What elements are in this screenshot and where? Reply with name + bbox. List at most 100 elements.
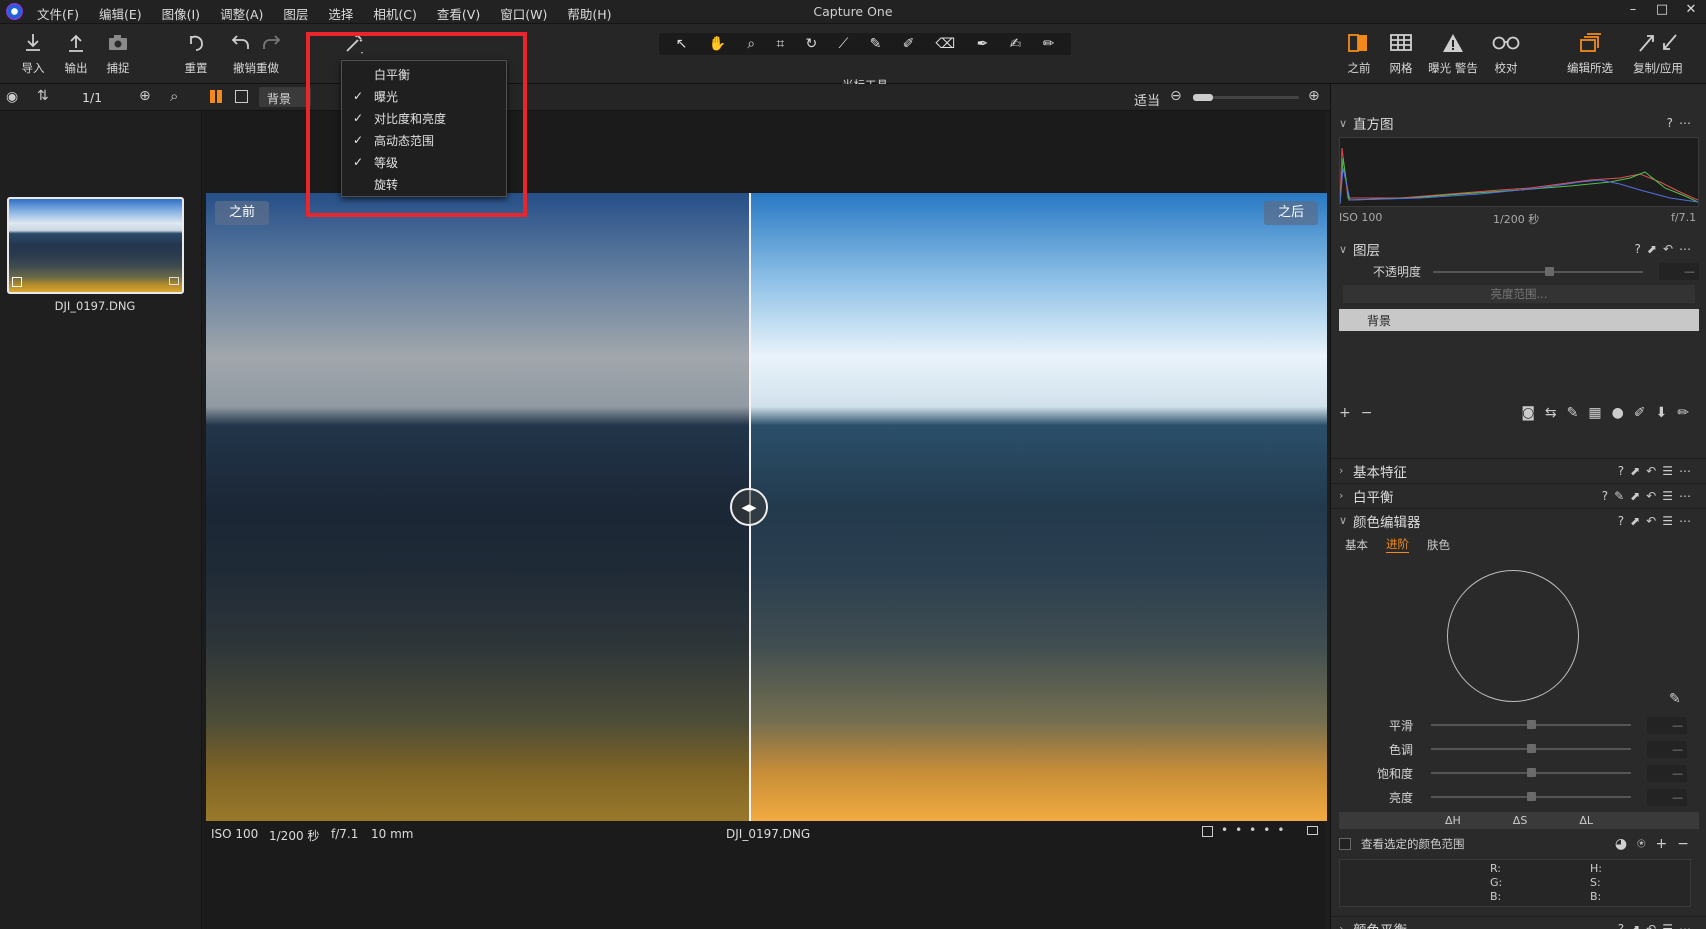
color-picker-icon[interactable]: ✎ [1669,691,1681,707]
proof-button[interactable]: 校对 [1487,30,1525,76]
color-balance-header[interactable]: › 颜色平衡 ?⬈↶☰⋯ [1331,916,1706,929]
slider-knob[interactable] [1527,744,1536,753]
zoom-out-icon[interactable]: ⊖ [1170,88,1182,104]
compare-handle[interactable]: ◂▸ [730,488,768,526]
hand-tool-icon[interactable]: ✋ [709,36,726,52]
menu-item[interactable]: 调整(A) [220,4,263,23]
color-editor-tab[interactable]: 基本 [1345,537,1368,553]
white-balance-header[interactable]: › 白平衡 ?✎⬈↶☰⋯ [1331,483,1706,507]
layer-selector[interactable]: 背景 [259,87,311,107]
exposure-warning-button[interactable]: 曝光 警告 [1425,30,1481,76]
crop-tool-icon[interactable]: ⌗ [776,36,784,52]
opacity-knob[interactable] [1544,266,1554,276]
copy-apply-button[interactable]: 复制/应用 [1626,30,1690,76]
menu-item[interactable]: 窗口(W) [500,4,547,23]
color-editor-tab[interactable]: 肤色 [1427,537,1450,553]
slider-value[interactable]: — [1647,740,1687,758]
search-icon[interactable]: ⌕ [170,87,178,105]
picker-tool-icon[interactable]: ✒ [977,36,989,52]
slider-knob[interactable] [1527,792,1536,801]
wb-picker-icon[interactable]: ✍ [1010,36,1022,52]
basic-characteristics-header[interactable]: › 基本特征 ?⬈↶☰⋯ [1331,458,1706,482]
edit-selected-button[interactable]: 编辑所选 [1562,30,1618,76]
heal-tool-icon[interactable]: ✐ [903,36,915,52]
annotate-tool-icon[interactable]: ✏ [1043,36,1055,52]
import-button[interactable]: 导入 [14,30,52,76]
capture-button[interactable]: 捕捉 [99,30,137,76]
layer-row-background[interactable]: 背景 [1339,309,1699,331]
rating-dots[interactable]: ••••• [1221,823,1291,837]
slider-knob[interactable] [1527,768,1536,777]
brush-tool-icon[interactable]: ✎ [870,36,882,52]
zoom-slider[interactable] [1193,94,1299,101]
slider-knob[interactable] [1527,720,1536,729]
zoom-in-icon[interactable]: ⊕ [1308,88,1320,104]
section-icons[interactable]: ?⬈↶☰⋯ [1618,464,1697,478]
reset-icon [190,35,203,51]
section-icons[interactable]: ?✎⬈↶☰⋯ [1602,489,1697,503]
redo-icon[interactable] [261,33,281,53]
grid-button[interactable]: 网格 [1382,30,1420,76]
section-icons[interactable]: ?⬈↶⋯ [1635,242,1697,256]
single-view-icon[interactable] [235,90,248,103]
select-tool-icon[interactable]: ↖ [676,36,688,52]
color-editor-tab[interactable]: 进阶 [1386,536,1409,553]
opacity-slider[interactable] [1433,266,1643,276]
histogram-graph [1339,137,1699,207]
info-checkbox[interactable] [1202,826,1213,837]
eye-icon[interactable]: ◉ [6,89,18,105]
slider-value[interactable]: — [1647,764,1687,782]
color-editor-slider-row: 亮度 — [1331,785,1706,809]
zoom-tool-icon[interactable]: ⌕ [747,36,755,52]
minimize-button[interactable]: – [1622,2,1644,20]
layers-header[interactable]: ∨ 图层 ?⬈↶⋯ [1331,237,1706,261]
slider-track[interactable] [1431,744,1631,753]
slider-track[interactable] [1431,792,1631,801]
view-range-checkbox[interactable] [1339,838,1351,850]
menu-item[interactable]: 文件(F) [37,4,79,23]
menu-item[interactable]: 相机(C) [373,4,416,23]
menu-item[interactable]: 图层 [283,4,308,23]
menu-item[interactable]: 编辑(E) [99,4,142,23]
color-range-tool-icons[interactable]: ◕⍟+− [1615,836,1699,852]
opacity-row: 不透明度 — [1331,263,1706,280]
color-wheel[interactable] [1447,570,1579,702]
export-button[interactable]: 输出 [57,30,95,76]
layer-tool-icons[interactable]: ◙⇆✎▦●✐⬇✏ [1521,405,1699,421]
color-editor-sliders: 平滑 — 色调 — 饱和度 — 亮度 — [1331,713,1706,809]
menu-item[interactable]: 选择 [328,4,353,23]
close-button[interactable]: ✕ [1680,2,1702,20]
eraser-tool-icon[interactable]: ⌫ [936,36,956,52]
add-layer-icon[interactable]: + [1339,405,1351,421]
opacity-value[interactable]: — [1659,263,1699,280]
slider-track[interactable] [1431,768,1631,777]
slider-track[interactable] [1431,720,1631,729]
thumbnail-select-checkbox[interactable] [12,277,22,287]
info-panel-icon[interactable] [1307,826,1318,835]
zoom-fit-label[interactable]: 适当 [1134,90,1160,109]
color-editor-header[interactable]: ∨ 颜色编辑器 ?⬈↶☰⋯ [1331,508,1706,532]
zoom-icon[interactable]: ⊕ [139,88,151,104]
reset-button[interactable]: 重置 [177,30,215,76]
info-iso: ISO 100 [211,827,259,841]
maximize-button[interactable]: □ [1651,2,1673,20]
sort-icon[interactable]: ⇅ [37,88,49,104]
menu-item[interactable]: 帮助(H) [567,4,611,23]
undo-icon[interactable] [231,33,251,53]
keystone-tool-icon[interactable]: ⟋ [839,36,849,52]
slider-value[interactable]: — [1647,788,1687,806]
section-icons[interactable]: ?⋯ [1667,116,1697,130]
luma-range-button[interactable]: 亮度范围... [1343,285,1695,303]
rotate-tool-icon[interactable]: ↻ [806,36,818,52]
section-icons[interactable]: ?⬈↶☰⋯ [1618,922,1697,929]
grid-view-icon[interactable] [210,90,223,103]
menu-item[interactable]: 查看(V) [437,4,480,23]
before-button[interactable]: 之前 [1340,30,1378,76]
main-image[interactable]: ◂▸ 之前 之后 [206,193,1327,821]
image-thumbnail[interactable] [7,197,184,294]
section-icons[interactable]: ?⬈↶☰⋯ [1618,514,1697,528]
slider-value[interactable]: — [1647,716,1687,734]
menu-item[interactable]: 图像(I) [162,4,200,23]
histogram-header[interactable]: ∨ 直方图 ?⋯ [1331,111,1706,135]
remove-layer-icon[interactable]: − [1361,405,1373,421]
